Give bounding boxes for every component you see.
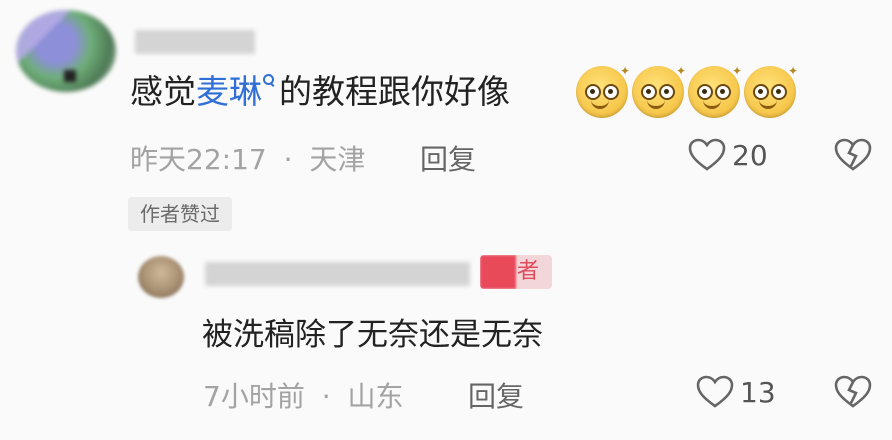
reply-reply-button[interactable]: 回复 — [468, 375, 524, 415]
comment-meta: 昨天22:17 · 天津 — [130, 138, 365, 178]
reply-button[interactable]: 回复 — [420, 138, 476, 178]
emoji-row: ✦ ✦ ✦ ✦ — [576, 64, 798, 118]
reply-username-blurred[interactable] — [205, 262, 470, 286]
heart-icon — [688, 138, 726, 171]
comment-text-after: 的教程跟你好像 — [279, 72, 510, 111]
reply-meta: 7小时前 · 山东 — [203, 375, 404, 415]
author-liked-badge: 作者赞过 — [128, 197, 232, 231]
meta-separator: · — [283, 143, 293, 176]
smile-emoji-icon: ✦ — [632, 64, 686, 118]
reply-location: 山东 — [347, 380, 404, 413]
reply-like-button[interactable]: 13 — [696, 375, 776, 409]
comment-text-before: 感觉 — [130, 72, 196, 111]
search-icon — [263, 74, 275, 88]
like-button[interactable]: 20 — [688, 138, 768, 172]
comment-time: 昨天22:17 — [130, 143, 267, 176]
heart-icon — [696, 375, 734, 408]
avatar[interactable] — [16, 10, 116, 92]
topic-link[interactable]: 麦琳 — [196, 72, 279, 111]
smile-emoji-icon: ✦ — [744, 64, 798, 118]
comment-text: 感觉麦琳 的教程跟你好像 — [130, 70, 510, 114]
reply-text: 被洗稿除了无奈还是无奈 — [202, 317, 543, 353]
author-tag: 者 — [480, 255, 552, 289]
author-tag-label: 者 — [517, 259, 540, 284]
reply-dislike-icon[interactable] — [834, 375, 872, 409]
smile-emoji-icon: ✦ — [688, 64, 742, 118]
smile-emoji-icon: ✦ — [576, 64, 630, 118]
reply-like-count: 13 — [740, 375, 776, 409]
topic-link-label: 麦琳 — [196, 72, 262, 111]
dislike-icon[interactable] — [834, 138, 872, 172]
meta-separator: · — [321, 380, 331, 413]
reply-time: 7小时前 — [203, 380, 305, 413]
like-count: 20 — [732, 138, 768, 172]
reply-avatar[interactable] — [138, 256, 184, 298]
comment-location: 天津 — [309, 143, 366, 176]
username-blurred[interactable] — [135, 30, 255, 54]
